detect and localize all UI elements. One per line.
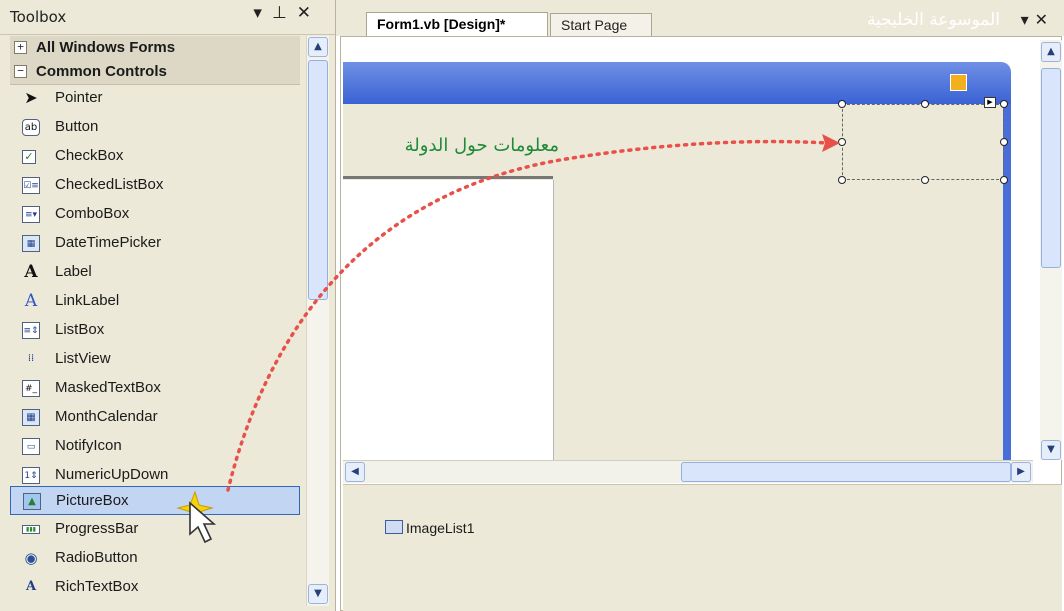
drag-path [226, 139, 830, 492]
arrowhead-icon [822, 134, 840, 152]
drag-arrow-overlay [176, 134, 840, 544]
